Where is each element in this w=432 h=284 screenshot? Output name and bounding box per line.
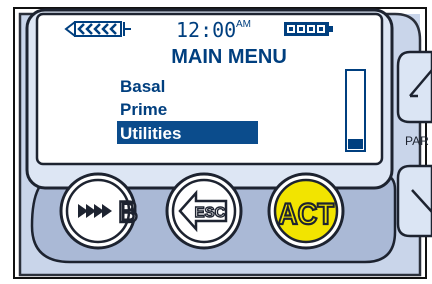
menu-item[interactable]: Basal [120,77,165,96]
side-label: PAR [405,134,429,148]
scrollbar-thumb[interactable] [348,139,363,149]
bolus-button[interactable]: B [59,172,139,250]
esc-label: ESC [195,204,226,221]
menu-item-selected[interactable]: Utilities [120,124,181,143]
reservoir-level-icon [64,21,131,37]
menu-item[interactable]: Prime [120,100,167,119]
act-label: ACT [278,198,334,231]
clock-time: 12:00 [176,18,236,42]
clock-meridiem: AM [236,19,251,30]
bolus-label: B [118,196,138,229]
act-button[interactable]: ACT [267,172,345,250]
down-arrow-button[interactable] [396,164,432,238]
battery-full-icon [284,22,333,36]
scrollbar-track[interactable] [345,69,366,152]
esc-button[interactable]: ESC [165,172,243,250]
screen-title: MAIN MENU [171,46,287,68]
up-arrow-button[interactable] [396,50,432,124]
